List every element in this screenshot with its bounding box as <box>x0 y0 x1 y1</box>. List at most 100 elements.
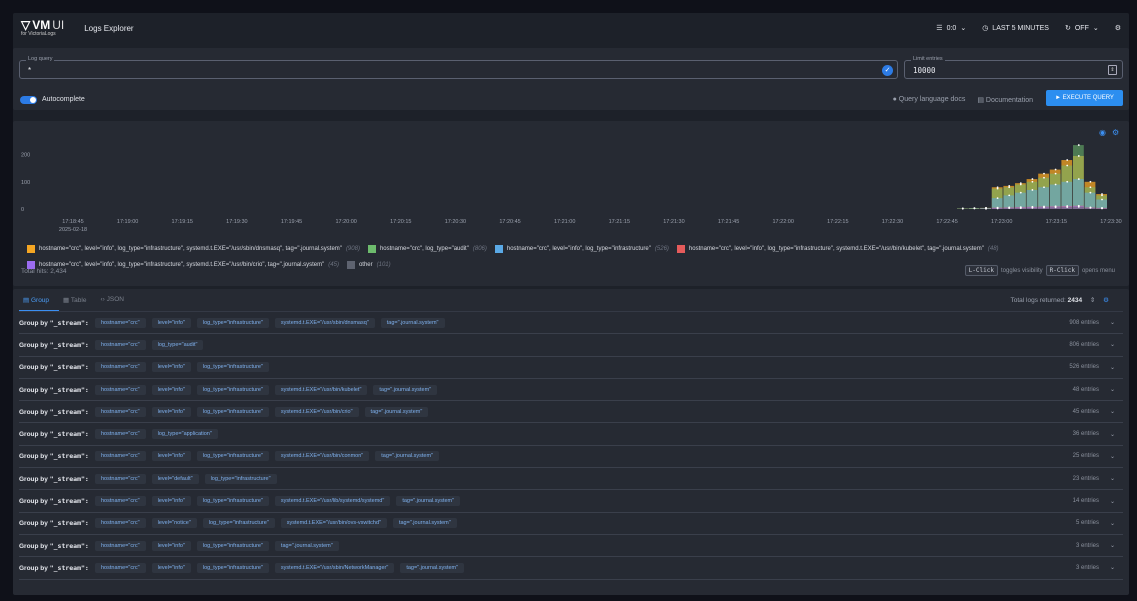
tab-json[interactable]: ‹› JSON <box>100 296 124 304</box>
time-range-selector[interactable]: ◷ LAST 5 MINUTES <box>982 24 1049 33</box>
legend-item[interactable]: other (101) <box>346 261 391 269</box>
stream-tag[interactable]: level="notice" <box>151 518 197 529</box>
chevron-down-icon[interactable]: ⌄ <box>1110 341 1115 348</box>
stream-tag[interactable]: tag=".journal.system" <box>396 496 461 507</box>
chevron-down-icon[interactable]: ⌄ <box>1110 453 1115 460</box>
log-query-field[interactable]: Log query * ✓ <box>19 56 898 79</box>
stream-tag[interactable]: tag=".journal.system" <box>364 406 429 417</box>
stream-tag[interactable]: level="info" <box>151 496 191 507</box>
chevron-down-icon[interactable]: ⌄ <box>1110 542 1115 549</box>
legend-item[interactable]: hostname="crc", level="info", log_type="… <box>494 245 669 253</box>
limit-entries-input[interactable]: 10000 <box>913 66 936 75</box>
chart-bar[interactable] <box>1084 192 1096 209</box>
legend-item[interactable]: hostname="crc", level="info", log_type="… <box>27 261 339 269</box>
group-row[interactable]: Group by "_stream": hostname="crc" level="… <box>19 312 1123 335</box>
stream-tag[interactable]: hostname="crc" <box>95 429 146 440</box>
stream-tag[interactable]: log_type="infrastructure" <box>196 406 269 417</box>
group-row[interactable]: Group by "_stream": hostname="crc" log_typ… <box>19 334 1123 357</box>
stream-tag[interactable]: systemd.t.EXE="/usr/bin/conmon" <box>274 451 370 462</box>
stream-tag[interactable]: systemd.t.EXE="/usr/sbin/dnsmasq" <box>274 317 375 328</box>
refresh-selector[interactable]: ↻ OFF ⌄ <box>1065 24 1099 33</box>
group-row[interactable]: Group by "_stream": hostname="crc" level="… <box>19 513 1123 535</box>
query-docs-link[interactable]: ● Query language docs <box>893 96 966 104</box>
stream-tag[interactable]: tag=".journal.system" <box>373 384 438 395</box>
stream-tag[interactable]: hostname="crc" <box>95 317 146 328</box>
stream-tag[interactable]: systemd.t.EXE="/usr/lib/systemd/systemd" <box>274 496 391 507</box>
chart-bar[interactable] <box>1073 179 1084 209</box>
legend-item[interactable]: hostname="crc", level="info", log_type="… <box>27 245 360 253</box>
stream-tag[interactable]: hostname="crc" <box>95 451 146 462</box>
stream-tag[interactable]: hostname="crc" <box>95 562 146 573</box>
legend-item[interactable]: hostname="crc", level="info", log_type="… <box>676 245 999 253</box>
stream-tag[interactable]: level="info" <box>151 451 191 462</box>
stream-tag[interactable]: tag=".journal.system" <box>400 562 465 573</box>
legend-item[interactable]: hostname="crc", log_type="audit" (806) <box>367 245 487 253</box>
chevron-down-icon[interactable]: ⌄ <box>1110 520 1115 527</box>
vmui-logo[interactable]: ▽ VM UI for VictoriaLogs <box>21 19 64 37</box>
chevron-down-icon[interactable]: ⌄ <box>1110 564 1115 571</box>
stream-tag[interactable]: tag=".journal.system" <box>392 518 457 529</box>
group-row[interactable]: Group by "_stream": hostname="crc" level="… <box>19 446 1123 469</box>
chevron-down-icon[interactable]: ⌄ <box>1110 319 1115 326</box>
stream-tag[interactable]: systemd.t.EXE="/usr/bin/kubelet" <box>274 384 368 395</box>
settings-button[interactable]: ⚙ <box>1115 24 1121 32</box>
stream-tag[interactable]: log_type="infrastructure" <box>196 362 269 373</box>
stream-tag[interactable]: log_type="infrastructure" <box>196 451 269 462</box>
stream-tag[interactable]: log_type="infrastructure" <box>196 562 269 573</box>
stream-tag[interactable]: log_type="infrastructure" <box>204 473 277 484</box>
tab-table[interactable]: ▦ Table <box>63 296 86 304</box>
stream-tag[interactable]: systemd.t.EXE="/usr/bin/crio" <box>274 406 359 417</box>
stream-tag[interactable]: level="info" <box>151 384 191 395</box>
group-row[interactable]: Group by "_stream": hostname="crc" level="… <box>19 557 1123 580</box>
chevron-down-icon[interactable]: ⌄ <box>1110 498 1115 505</box>
stream-tag[interactable]: hostname="crc" <box>95 496 146 507</box>
stream-tag[interactable]: log_type="infrastructure" <box>196 496 269 507</box>
chevron-down-icon[interactable]: ⌄ <box>1110 475 1115 482</box>
group-row[interactable]: Group by "_stream": hostname="crc" log_typ… <box>19 423 1123 446</box>
stream-tag[interactable]: systemd.t.EXE="/usr/bin/ovs-vswitchd" <box>280 518 387 529</box>
stream-tag[interactable]: hostname="crc" <box>95 362 146 373</box>
stream-tag[interactable]: log_type="infrastructure" <box>196 384 269 395</box>
tab-group[interactable]: ▤ Group <box>23 296 49 304</box>
settings-icon[interactable]: ⚙ <box>1103 297 1109 304</box>
autocomplete-toggle[interactable] <box>20 96 37 104</box>
stream-tag[interactable]: hostname="crc" <box>95 473 146 484</box>
group-row[interactable]: Group by "_stream": hostname="crc" level="… <box>19 401 1123 424</box>
chart-bar[interactable] <box>1049 184 1061 209</box>
chevron-down-icon[interactable]: ⌄ <box>1110 408 1115 415</box>
limit-entries-field[interactable]: Limit entries 10000 ⇕ <box>904 56 1123 79</box>
stream-tag[interactable]: hostname="crc" <box>95 518 146 529</box>
group-row[interactable]: Group by "_stream": hostname="crc" level="… <box>19 357 1123 379</box>
stream-tag[interactable]: hostname="crc" <box>95 384 146 395</box>
stream-tag[interactable]: level="info" <box>151 540 191 551</box>
stream-tag[interactable]: level="info" <box>151 317 191 328</box>
chevron-down-icon[interactable]: ⌄ <box>1110 364 1115 371</box>
stream-tag[interactable]: log_type="infrastructure" <box>202 518 275 529</box>
check-icon[interactable]: ✓ <box>882 65 893 76</box>
stream-tag[interactable]: log_type="audit" <box>151 339 204 350</box>
group-row[interactable]: Group by "_stream": hostname="crc" level="… <box>19 535 1123 558</box>
gear-icon[interactable]: ⚙ <box>1112 128 1119 137</box>
group-row[interactable]: Group by "_stream": hostname="crc" level="… <box>19 379 1123 402</box>
stream-tag[interactable]: log_type="application" <box>151 429 218 440</box>
group-row[interactable]: Group by "_stream": hostname="crc" level="… <box>19 468 1123 491</box>
stream-tag[interactable]: systemd.t.EXE="/usr/sbin/NetworkManager" <box>274 562 395 573</box>
chart-bar[interactable] <box>1061 181 1073 209</box>
sort-icon[interactable]: ⇕ <box>1090 297 1095 304</box>
chart-bar[interactable] <box>1038 187 1049 209</box>
eye-icon[interactable]: ◉ <box>1099 128 1106 137</box>
stream-tag[interactable]: log_type="infrastructure" <box>196 540 269 551</box>
stream-tag[interactable]: tag=".journal.system" <box>380 317 445 328</box>
execute-query-button[interactable]: ► EXECUTE QUERY <box>1046 90 1123 106</box>
stream-tag[interactable]: tag=".journal.system" <box>375 451 439 462</box>
log-query-input[interactable]: * <box>28 66 31 75</box>
stream-tag[interactable]: level="default" <box>151 473 199 484</box>
group-row[interactable]: Group by "_stream": hostname="crc" level="… <box>19 490 1123 513</box>
stream-tag[interactable]: tag=".journal.system" <box>274 540 339 551</box>
stream-tag[interactable]: hostname="crc" <box>95 339 146 350</box>
tenant-selector[interactable]: ☰ 0:0 ⌄ <box>936 24 966 33</box>
documentation-link[interactable]: ▤ Documentation <box>977 96 1033 104</box>
chevron-down-icon[interactable]: ⌄ <box>1110 386 1115 393</box>
stream-tag[interactable]: hostname="crc" <box>95 406 146 417</box>
stream-tag[interactable]: log_type="infrastructure" <box>196 317 269 328</box>
